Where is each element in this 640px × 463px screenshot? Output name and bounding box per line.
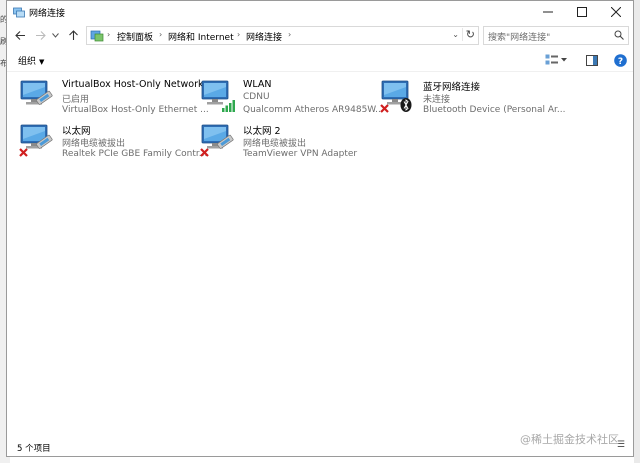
breadcrumb-network-internet[interactable]: 网络和 Internet	[168, 30, 234, 43]
ethernet-adapter-icon	[19, 124, 53, 157]
error-x-icon	[19, 148, 28, 157]
wireless-adapter-icon	[201, 80, 235, 112]
close-button[interactable]	[599, 1, 633, 23]
bluetooth-adapter-icon	[380, 80, 412, 113]
connection-name: 蓝牙网络连接	[423, 82, 481, 93]
connection-item-bluetooth[interactable]: 蓝牙网络连接 未连接 Bluetooth Device (Personal Ar…	[380, 79, 565, 119]
back-button[interactable]	[12, 27, 28, 43]
breadcrumb-separator-icon: ›	[107, 30, 111, 39]
connection-device: Qualcomm Atheros AR9485W...	[243, 105, 384, 115]
address-bar[interactable]: › 控制面板 › 网络和 Internet › 网络连接 › ⌄ ↻	[86, 26, 479, 45]
preview-pane-icon	[586, 54, 598, 66]
search-icon[interactable]	[614, 30, 624, 40]
forward-button[interactable]	[32, 27, 48, 43]
view-options-icon	[545, 54, 567, 65]
network-adapter-icon	[20, 80, 53, 105]
connection-status: 未连接	[423, 95, 451, 105]
connection-status: 网络电缆被拔出	[62, 139, 126, 149]
arrow-up-icon	[68, 29, 78, 40]
maximize-icon	[577, 7, 587, 17]
preview-pane-button[interactable]	[585, 52, 599, 68]
arrow-left-icon	[14, 30, 25, 40]
network-folder-icon	[13, 7, 25, 18]
connection-name: VirtualBox Host-Only Network	[62, 79, 204, 90]
breadcrumb-network-connections[interactable]: 网络连接	[246, 30, 282, 43]
command-bar: 组织 ▼ ?	[7, 49, 633, 72]
help-icon: ?	[613, 53, 627, 67]
maximize-button[interactable]	[565, 1, 599, 23]
connection-item-ethernet-2[interactable]: 以太网 2 网络电缆被拔出 TeamViewer VPN Adapter	[200, 123, 380, 163]
bluetooth-icon	[400, 98, 412, 112]
breadcrumb-separator-icon: ›	[288, 30, 292, 39]
breadcrumb-separator-icon: ›	[159, 30, 163, 39]
background-right-strip	[634, 0, 640, 463]
help-button[interactable]: ?	[613, 52, 627, 68]
error-x-icon	[200, 148, 209, 157]
connection-name: 以太网	[62, 126, 91, 137]
connection-item-virtualbox[interactable]: VirtualBox Host-Only Network 已启用 Virtual…	[19, 79, 209, 119]
change-view-button[interactable]	[543, 52, 569, 68]
search-box[interactable]: 搜索"网络连接"	[483, 26, 629, 45]
caret-down-icon: ▼	[39, 58, 45, 66]
svg-text:?: ?	[617, 57, 622, 67]
search-placeholder: 搜索"网络连接"	[488, 33, 551, 43]
minimize-icon	[543, 11, 553, 13]
connection-name: WLAN	[243, 79, 272, 90]
connection-status: 已启用	[62, 95, 90, 105]
organize-menu[interactable]: 组织 ▼	[18, 54, 44, 67]
connection-device: Bluetooth Device (Personal Ar...	[423, 105, 566, 115]
connection-device: Realtek PCIe GBE Family Contr...	[62, 149, 208, 159]
error-x-icon	[380, 104, 389, 113]
up-button[interactable]	[65, 27, 81, 43]
refresh-icon[interactable]: ↻	[461, 28, 475, 41]
organize-label: 组织	[18, 57, 37, 67]
navigation-bar: › 控制面板 › 网络和 Internet › 网络连接 › ⌄ ↻ 搜索"网络…	[7, 23, 633, 49]
chevron-down-icon	[51, 32, 59, 38]
close-icon	[611, 7, 621, 17]
signal-bars-icon	[222, 100, 235, 112]
network-connections-window: 网络连接 › 控制面板 › 网络和 Internet › 网络连接 › ⌄ ↻ …	[6, 0, 634, 457]
connection-status: 网络电缆被拔出	[243, 139, 307, 149]
connection-device: TeamViewer VPN Adapter	[243, 149, 358, 159]
address-history-chevron-icon[interactable]: ⌄	[452, 30, 459, 39]
minimize-button[interactable]	[531, 1, 565, 23]
recent-locations-button[interactable]	[50, 27, 60, 43]
title-bar: 网络连接	[7, 1, 633, 23]
window-title: 网络连接	[29, 9, 66, 19]
connection-item-ethernet[interactable]: 以太网 网络电缆被拔出 Realtek PCIe GBE Family Cont…	[19, 123, 207, 163]
breadcrumb-separator-icon: ›	[237, 30, 241, 39]
breadcrumb-control-panel[interactable]: 控制面板	[117, 30, 153, 43]
connection-device: VirtualBox Host-Only Ethernet ...	[62, 105, 209, 115]
connection-name: 以太网 2	[243, 126, 281, 137]
ethernet-adapter-icon	[200, 124, 234, 157]
connection-status: CDNU	[243, 92, 270, 102]
watermark: @稀土掘金技术社区	[520, 433, 619, 446]
control-panel-icon	[90, 30, 104, 42]
arrow-right-icon	[35, 30, 46, 40]
item-count: 5 个项目	[17, 444, 51, 454]
connection-item-wlan[interactable]: WLAN CDNU Qualcomm Atheros AR9485W...	[200, 79, 384, 119]
